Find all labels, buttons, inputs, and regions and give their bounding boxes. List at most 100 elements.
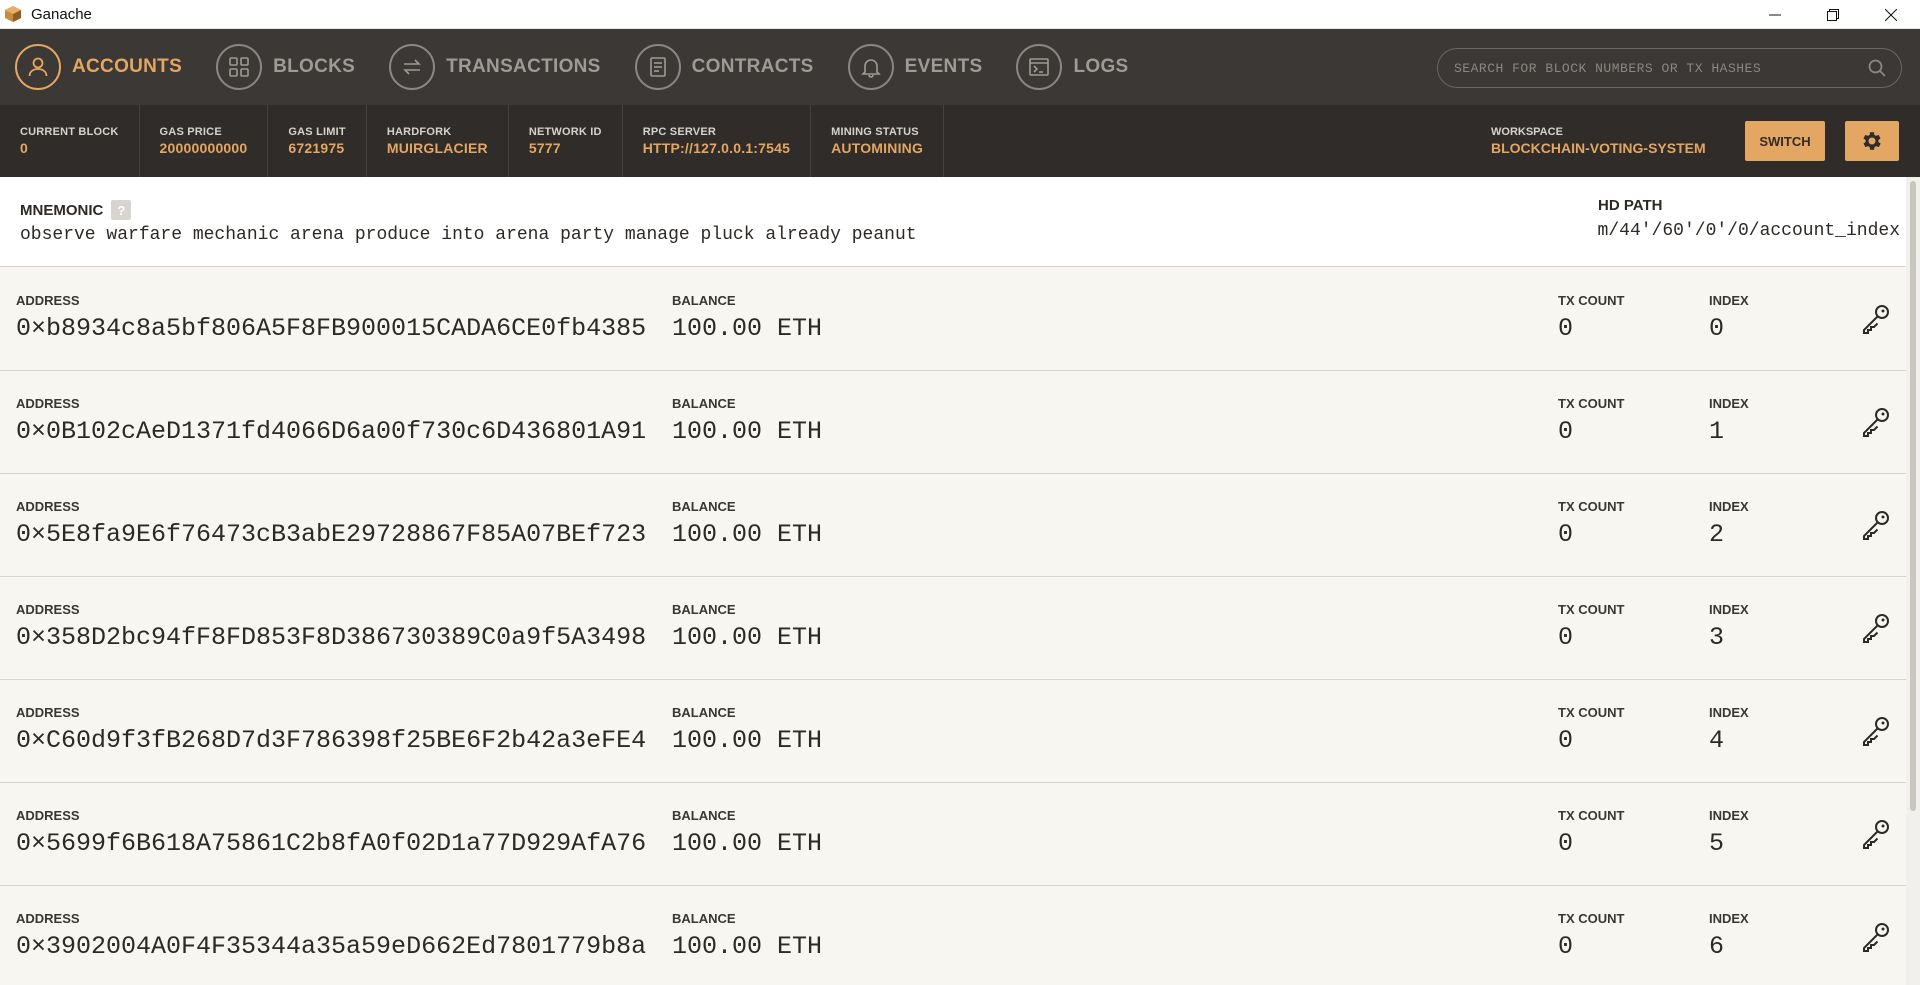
stat-label: HARDFORK — [386, 126, 452, 138]
stat-value: HTTP://127.0.0.1:7545 — [642, 140, 791, 156]
address-label: ADDRESS — [16, 705, 80, 720]
stat-label: GAS PRICE — [159, 126, 222, 138]
user-icon — [15, 44, 61, 90]
account-tx-count: 0 — [1558, 520, 1574, 549]
nav-contracts-label: CONTRACTS — [691, 56, 814, 77]
restore-icon — [1827, 8, 1839, 21]
nav-transactions[interactable]: TRANSACTIONS — [373, 29, 601, 105]
account-tx-count: 0 — [1558, 932, 1574, 961]
account-index: 1 — [1709, 417, 1725, 446]
minimize-icon — [1769, 14, 1781, 15]
status-bar: CURRENT BLOCK 0 GAS PRICE 20000000000 GA… — [0, 105, 1920, 177]
account-row: ADDRESS 0×0B102cAeD1371fd4066D6a00f730c6… — [0, 371, 1906, 474]
switch-workspace-button[interactable]: SWITCH — [1745, 121, 1825, 161]
stat-label: NETWORK ID — [528, 126, 602, 138]
account-tx-count: 0 — [1558, 726, 1574, 755]
accounts-scrollbar[interactable] — [1906, 177, 1920, 985]
key-icon[interactable] — [1858, 301, 1894, 337]
search-input[interactable] — [1438, 49, 1867, 87]
account-tx-count: 0 — [1558, 623, 1574, 652]
account-index: 6 — [1709, 932, 1725, 961]
terminal-icon — [1016, 44, 1063, 90]
account-address: 0×b8934c8a5bf806A5F8FB900015CADA6CE0fb43… — [16, 314, 647, 343]
key-icon[interactable] — [1858, 713, 1894, 749]
tx-count-label: TX COUNT — [1558, 293, 1625, 308]
index-label: INDEX — [1709, 808, 1749, 823]
account-tx-count: 0 — [1558, 314, 1574, 343]
grid-icon — [216, 44, 263, 90]
account-address: 0×5699f6B618A75861C2b8fA0f02D1a77D929AfA… — [16, 829, 647, 858]
mnemonic-panel: MNEMONIC ? observe warfare mechanic aren… — [0, 177, 1906, 267]
mnemonic-words: observe warfare mechanic arena produce i… — [20, 225, 917, 245]
index-label: INDEX — [1709, 396, 1749, 411]
index-label: INDEX — [1709, 499, 1749, 514]
stat-current-block: CURRENT BLOCK 0 — [0, 105, 140, 177]
window-title: Ganache — [31, 5, 92, 23]
close-icon — [1885, 8, 1897, 21]
nav-blocks-label: BLOCKS — [273, 56, 356, 77]
restore-button[interactable] — [1804, 0, 1862, 29]
account-address: 0×5E8fa9E6f76473cB3abE29728867F85A07BEf7… — [16, 520, 647, 549]
balance-label: BALANCE — [672, 499, 736, 514]
hd-path-value: m/44'/60'/0'/0/account_index — [1597, 221, 1900, 241]
minimize-button[interactable] — [1746, 0, 1804, 29]
tx-count-label: TX COUNT — [1558, 396, 1625, 411]
balance-label: BALANCE — [672, 705, 736, 720]
account-row: ADDRESS 0×3902004A0F4F35344a35a59eD662Ed… — [0, 886, 1906, 985]
balance-label: BALANCE — [672, 602, 736, 617]
stat-value: 6721975 — [288, 140, 345, 156]
account-balance: 100.00 ETH — [672, 932, 823, 961]
account-balance: 100.00 ETH — [672, 726, 823, 755]
account-tx-count: 0 — [1558, 829, 1574, 858]
accounts-list: ADDRESS 0×b8934c8a5bf806A5F8FB900015CADA… — [0, 268, 1906, 985]
key-icon[interactable] — [1858, 404, 1894, 440]
nav-contracts[interactable]: CONTRACTS — [619, 29, 814, 105]
arrows-icon — [389, 44, 436, 90]
account-balance: 100.00 ETH — [672, 520, 823, 549]
close-button[interactable] — [1862, 0, 1920, 29]
search-box — [1437, 48, 1902, 88]
account-row: ADDRESS 0×C60d9f3fB268D7d3F786398f25BE6F… — [0, 680, 1906, 783]
workspace-label: WORKSPACE — [1491, 126, 1563, 138]
account-balance: 100.00 ETH — [672, 829, 823, 858]
main-navbar: ACCOUNTS BLOCKS TRANSACTIONS CONTRACTS E… — [0, 29, 1920, 105]
account-address: 0×358D2bc94fF8FD853F8D386730389C0a9f5A34… — [16, 623, 647, 652]
account-index: 3 — [1709, 623, 1725, 652]
stat-value: MUIRGLACIER — [386, 140, 488, 156]
key-icon[interactable] — [1858, 816, 1894, 852]
scrollbar-thumb[interactable] — [1910, 181, 1916, 811]
key-icon[interactable] — [1858, 507, 1894, 543]
account-balance: 100.00 ETH — [672, 417, 823, 446]
key-icon[interactable] — [1858, 610, 1894, 646]
index-label: INDEX — [1709, 293, 1749, 308]
window-titlebar: Ganache — [0, 0, 1920, 29]
balance-label: BALANCE — [672, 396, 736, 411]
tx-count-label: TX COUNT — [1558, 602, 1625, 617]
key-icon[interactable] — [1858, 919, 1894, 955]
account-balance: 100.00 ETH — [672, 314, 823, 343]
account-address: 0×3902004A0F4F35344a35a59eD662Ed7801779b… — [16, 932, 647, 961]
stat-label: GAS LIMIT — [288, 126, 346, 138]
nav-logs-label: LOGS — [1073, 56, 1129, 77]
document-icon — [634, 44, 681, 90]
account-row: ADDRESS 0×5E8fa9E6f76473cB3abE29728867F8… — [0, 474, 1906, 577]
account-address: 0×C60d9f3fB268D7d3F786398f25BE6F2b42a3eF… — [16, 726, 647, 755]
address-label: ADDRESS — [16, 293, 80, 308]
index-label: INDEX — [1709, 911, 1749, 926]
nav-blocks[interactable]: BLOCKS — [200, 29, 355, 105]
nav-logs[interactable]: LOGS — [1000, 29, 1128, 105]
nav-transactions-label: TRANSACTIONS — [446, 56, 601, 77]
balance-label: BALANCE — [672, 293, 736, 308]
stat-network-id: NETWORK ID 5777 — [509, 105, 623, 177]
help-icon[interactable]: ? — [111, 200, 132, 220]
mnemonic-heading: MNEMONIC ? — [20, 200, 132, 220]
nav-events-label: EVENTS — [904, 56, 983, 77]
account-balance: 100.00 ETH — [672, 623, 823, 652]
search-icon[interactable] — [1867, 58, 1887, 78]
settings-button[interactable] — [1845, 121, 1899, 161]
stat-rpc-server: RPC SERVER HTTP://127.0.0.1:7545 — [623, 105, 812, 177]
ganache-logo-icon — [5, 6, 21, 22]
nav-events[interactable]: EVENTS — [832, 29, 983, 105]
account-index: 5 — [1709, 829, 1725, 858]
nav-accounts[interactable]: ACCOUNTS — [0, 29, 182, 105]
